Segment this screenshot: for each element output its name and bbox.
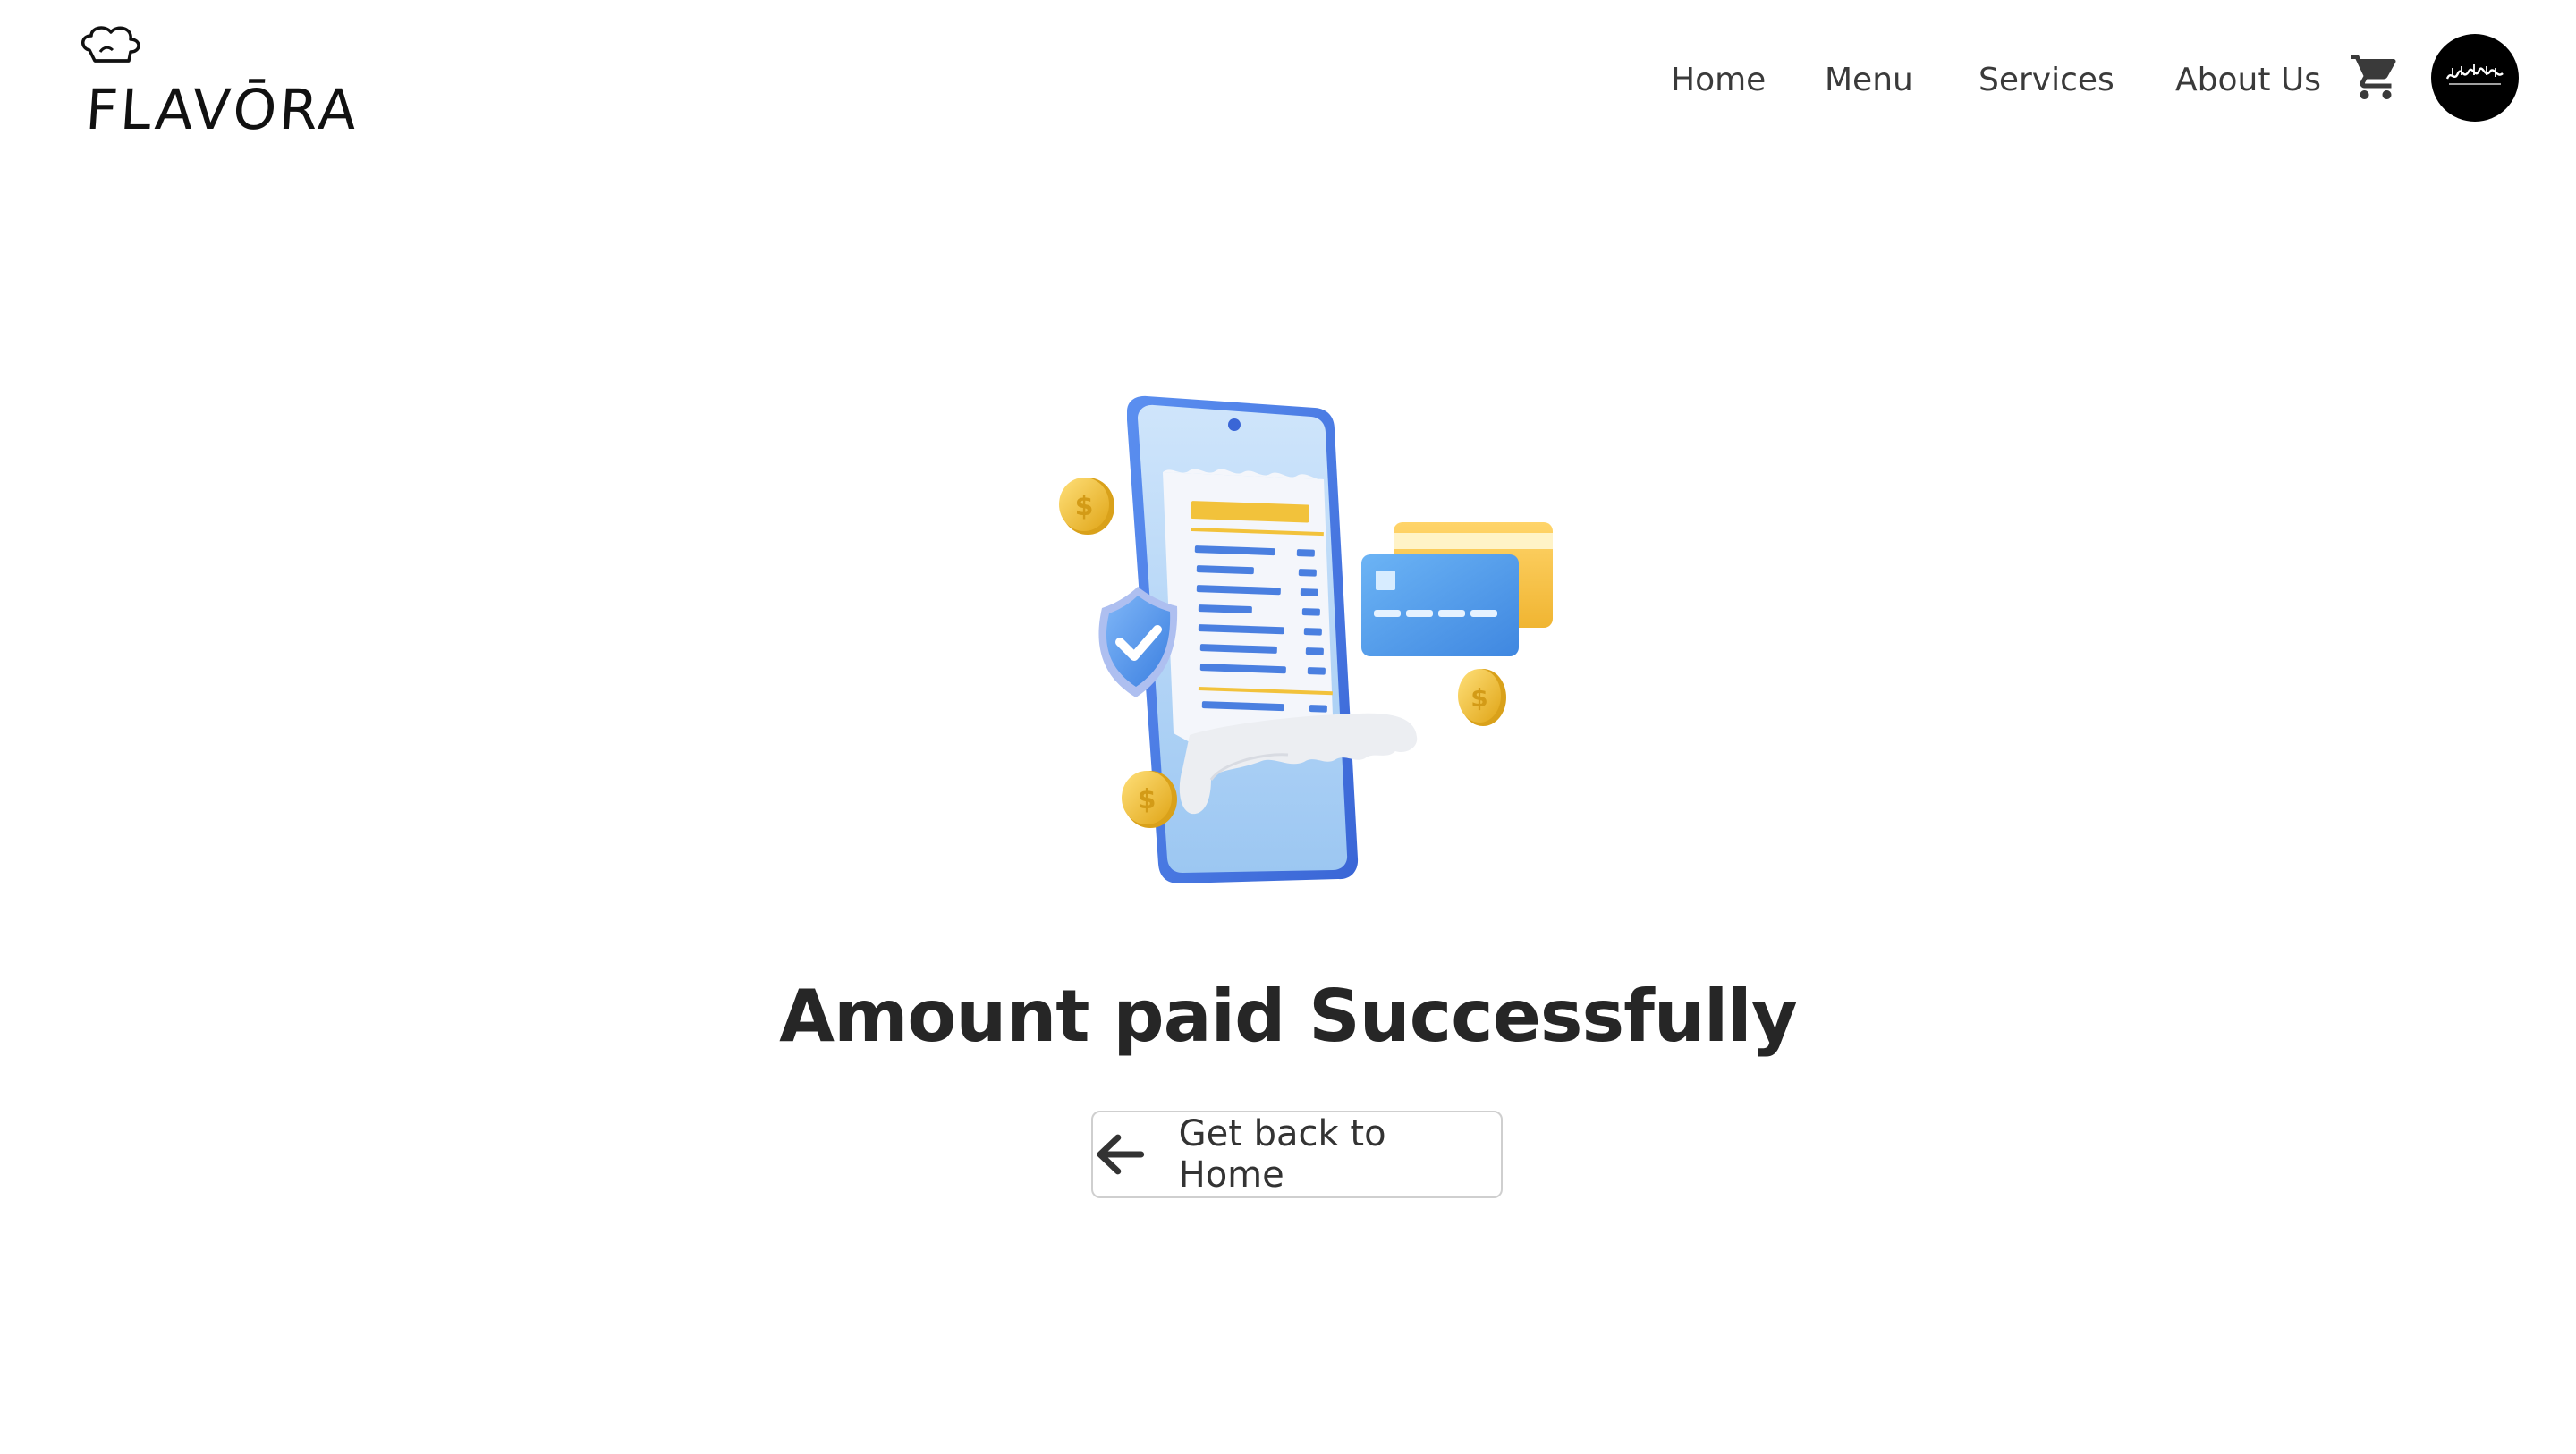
nav-about-us[interactable]: About Us — [2175, 52, 2321, 109]
success-title: Amount paid Successfully — [779, 975, 1798, 1058]
payment-success-illustration: $ $ $ — [1020, 393, 1556, 894]
cart-icon — [2351, 55, 2396, 99]
nav-menu[interactable]: Menu — [1825, 52, 1913, 109]
svg-text:$: $ — [1075, 491, 1094, 522]
top-navbar: FLAVŌRA Home Menu Services About Us — [0, 0, 2576, 161]
chef-hat-icon — [81, 26, 140, 63]
back-to-home-button[interactable]: Get back to Home — [1091, 1111, 1503, 1198]
credit-cards-graphic — [1361, 522, 1553, 656]
payment-success-page: FLAVŌRA Home Menu Services About Us $ $ … — [0, 0, 2576, 1454]
profile-avatar[interactable] — [2431, 34, 2519, 122]
cart-button[interactable] — [2349, 50, 2402, 104]
brand-name: FLAVŌRA — [83, 77, 361, 142]
arrow-left-icon — [1097, 1134, 1145, 1175]
nav-services[interactable]: Services — [1979, 52, 2114, 109]
avatar-emblem — [2445, 64, 2504, 85]
svg-text:$: $ — [1138, 784, 1157, 816]
svg-text:$: $ — [1470, 683, 1487, 713]
back-to-home-label: Get back to Home — [1178, 1113, 1386, 1196]
nav-home[interactable]: Home — [1671, 52, 1766, 109]
brand-logo[interactable]: FLAVŌRA — [75, 23, 361, 142]
